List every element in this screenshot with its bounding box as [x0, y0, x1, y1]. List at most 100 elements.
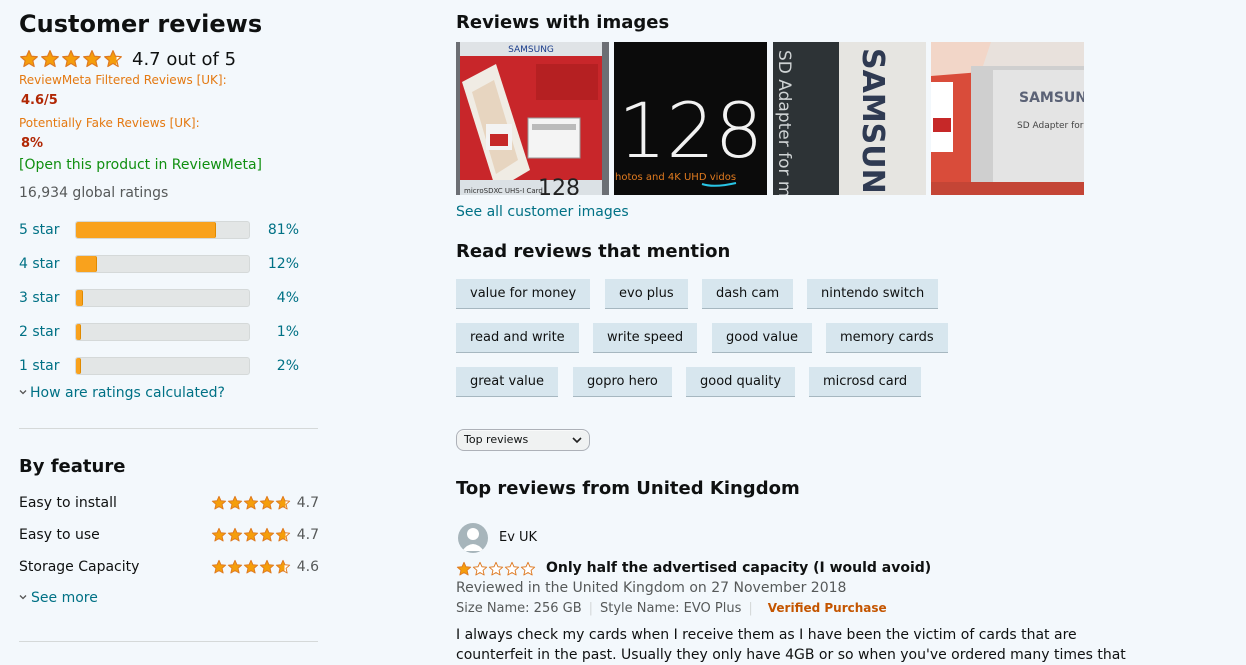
histogram-bar[interactable]	[75, 289, 250, 307]
review-variant-info: Size Name: 256 GB | Style Name: EVO Plus | V…	[456, 601, 887, 616]
package-capacity-text: 128	[538, 176, 580, 195]
see-more-label[interactable]: See more	[31, 590, 98, 606]
histogram-percent[interactable]: 1%	[277, 324, 299, 340]
see-all-customer-images-link[interactable]: See all customer images	[456, 204, 629, 220]
star-icon	[275, 495, 291, 510]
star-rating-icon	[20, 50, 122, 68]
star-rating-icon	[211, 527, 291, 542]
review-image-thumbnail-3[interactable]: SD Adapter for m SAMSUNG	[773, 42, 926, 195]
histogram-label[interactable]: 4 star	[19, 256, 59, 272]
star-icon	[275, 527, 291, 542]
feature-name: Easy to install	[19, 495, 117, 511]
star-icon	[227, 559, 243, 574]
review-stars[interactable]	[456, 561, 536, 577]
histogram-label[interactable]: 2 star	[19, 324, 59, 340]
histogram-percent[interactable]: 4%	[277, 290, 299, 306]
feature-row-easy-to-use: Easy to use 4.7	[19, 526, 319, 546]
histogram-row-3-star[interactable]: 3 star 4%	[19, 289, 309, 309]
mention-chip[interactable]: read and write	[456, 323, 579, 353]
feature-stars	[211, 495, 291, 511]
chevron-down-icon	[19, 595, 27, 600]
sd-card-package-image: SAMSUNG microSDXC UHS-I Card 128	[456, 42, 609, 195]
histogram-bar-fill	[76, 222, 217, 238]
star-icon	[259, 527, 275, 542]
histogram-row-4-star[interactable]: 4 star 12%	[19, 255, 309, 275]
star-icon	[275, 559, 291, 574]
histogram-percent[interactable]: 2%	[277, 358, 299, 374]
review-style-name[interactable]: Style Name: EVO Plus	[600, 601, 741, 616]
adapter-brand-text: SAMSUNG	[855, 48, 890, 195]
star-icon	[62, 50, 80, 68]
star-icon	[104, 50, 122, 68]
star-icon	[83, 50, 101, 68]
mention-chip[interactable]: dash cam	[702, 279, 794, 309]
user-icon	[462, 528, 484, 551]
review-image-thumbnail-1[interactable]: SAMSUNG microSDXC UHS-I Card 128	[456, 42, 609, 195]
star-icon	[259, 495, 275, 510]
mention-chip[interactable]: microsd card	[809, 367, 922, 397]
mention-chip[interactable]: gopro hero	[573, 367, 672, 397]
mention-chip[interactable]: memory cards	[826, 323, 948, 353]
mention-chip[interactable]: great value	[456, 367, 559, 397]
section-divider	[19, 428, 318, 429]
review-image-thumbnail-2[interactable]: 128 hotos and 4K UHD vidos	[614, 42, 767, 195]
see-more-features-toggle[interactable]: See more	[19, 590, 98, 606]
star-icon	[259, 559, 275, 574]
adapter-brand-text: SAMSUNG	[1019, 90, 1084, 106]
star-icon	[243, 559, 259, 574]
star-icon	[472, 561, 488, 576]
customer-reviews-heading: Customer reviews	[19, 10, 263, 38]
mention-chip[interactable]: good value	[712, 323, 813, 353]
feature-rating-value: 4.7	[296, 495, 319, 511]
mention-chip[interactable]: value for money	[456, 279, 591, 309]
by-feature-heading: By feature	[19, 456, 126, 477]
reviewmeta-fake-label: Potentially Fake Reviews [UK]:	[19, 116, 200, 130]
star-icon	[243, 495, 259, 510]
review-image-thumbnail-4[interactable]: SAMSUNG SD Adapter for	[931, 42, 1084, 195]
reviewer-avatar[interactable]	[458, 523, 488, 553]
star-icon	[243, 527, 259, 542]
histogram-row-2-star[interactable]: 2 star 1%	[19, 323, 309, 343]
top-reviews-heading: Top reviews from United Kingdom	[456, 478, 800, 499]
open-reviewmeta-link[interactable]: [Open this product in ReviewMeta]	[19, 157, 262, 173]
star-icon	[504, 561, 520, 576]
read-reviews-that-mention-heading: Read reviews that mention	[456, 241, 731, 262]
section-divider	[19, 641, 318, 642]
separator: |	[748, 601, 753, 616]
review-size-name[interactable]: Size Name: 256 GB	[456, 601, 582, 616]
review-title[interactable]: Only half the advertised capacity (I wou…	[546, 560, 931, 576]
star-rating-icon	[211, 495, 291, 510]
star-icon	[211, 559, 227, 574]
histogram-bar[interactable]	[75, 357, 250, 375]
adapter-label-text: SD Adapter for	[1017, 121, 1084, 131]
mention-chip[interactable]: evo plus	[605, 279, 688, 309]
how-ratings-calculated-label[interactable]: How are ratings calculated?	[30, 385, 225, 401]
histogram-bar-fill	[76, 256, 97, 272]
star-icon	[456, 561, 472, 576]
histogram-bar[interactable]	[75, 323, 250, 341]
how-ratings-calculated-toggle[interactable]: How are ratings calculated?	[19, 385, 225, 401]
mention-chip[interactable]: write speed	[593, 323, 698, 353]
histogram-bar[interactable]	[75, 255, 250, 273]
reviews-with-images-heading: Reviews with images	[456, 12, 670, 33]
histogram-label[interactable]: 3 star	[19, 290, 59, 306]
reviewer-name[interactable]: Ev UK	[499, 530, 537, 545]
mention-chip[interactable]: nintendo switch	[807, 279, 939, 309]
histogram-bar-fill	[76, 290, 83, 306]
star-rating-icon	[456, 561, 536, 576]
histogram-percent[interactable]: 12%	[268, 256, 299, 272]
histogram-label[interactable]: 5 star	[19, 222, 59, 238]
sort-reviews-dropdown[interactable]: Top reviews	[456, 429, 590, 451]
feature-name: Storage Capacity	[19, 559, 140, 575]
card-capacity-text: 128	[618, 86, 763, 175]
reviewmeta-filtered-label: ReviewMeta Filtered Reviews [UK]:	[19, 73, 227, 87]
histogram-label[interactable]: 1 star	[19, 358, 59, 374]
feature-row-storage-capacity: Storage Capacity 4.6	[19, 558, 319, 578]
histogram-row-5-star[interactable]: 5 star 81%	[19, 221, 309, 241]
mention-chip[interactable]: good quality	[686, 367, 796, 397]
histogram-percent[interactable]: 81%	[268, 222, 299, 238]
histogram-bar[interactable]	[75, 221, 250, 239]
separator: |	[588, 601, 594, 616]
histogram-row-1-star[interactable]: 1 star 2%	[19, 357, 309, 377]
sd-adapter-closeup-image: SD Adapter for m SAMSUNG	[773, 42, 926, 195]
